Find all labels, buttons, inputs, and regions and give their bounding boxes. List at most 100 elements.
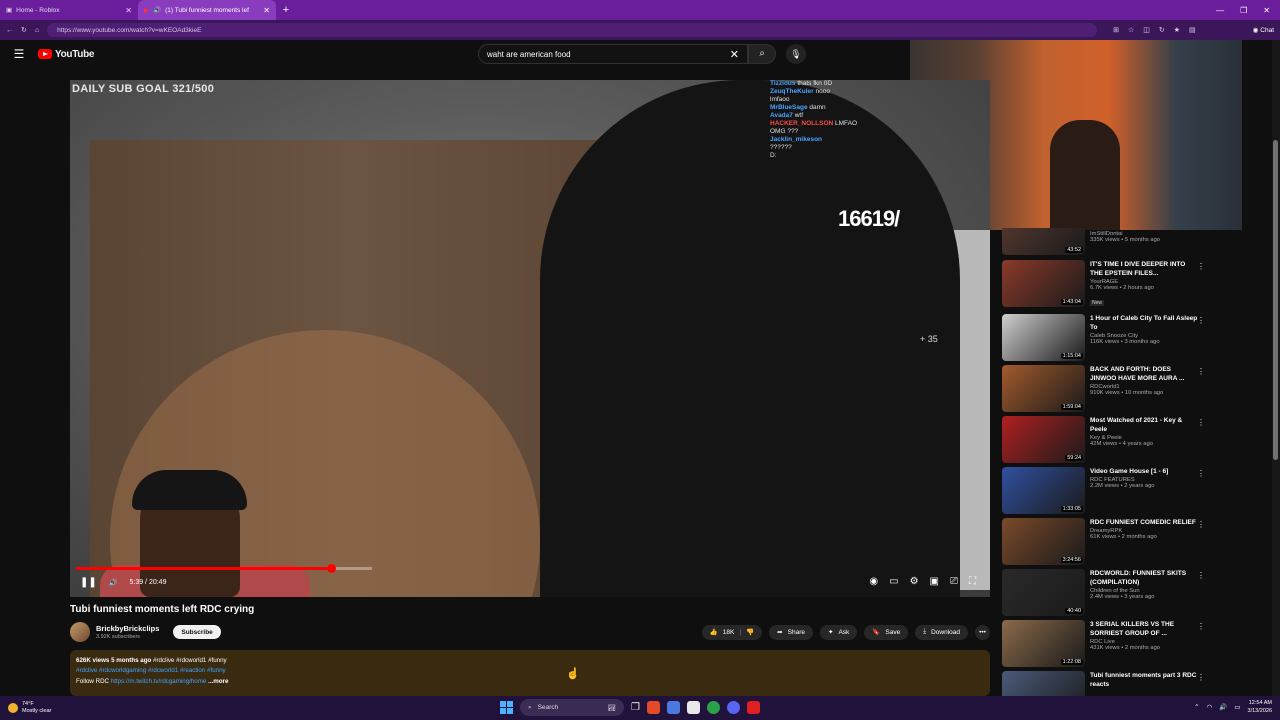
new-tab-button[interactable]: +: [276, 4, 296, 16]
reload-icon[interactable]: ↻: [21, 26, 27, 34]
hashtags-2[interactable]: #rdclive #rdcworldgaming #rdcworld1 #rea…: [76, 666, 984, 676]
miniplayer-icon[interactable]: ▣: [930, 576, 939, 587]
more-vertical-icon[interactable]: ⋮: [1197, 262, 1205, 271]
extension-icon[interactable]: ◫: [1143, 26, 1150, 34]
more-vertical-icon[interactable]: ⋮: [1197, 418, 1205, 427]
more-vertical-icon[interactable]: ⋮: [1197, 622, 1205, 631]
description-box[interactable]: 626K views 5 months ago #rdclive #rdcwor…: [70, 650, 990, 696]
translate-icon[interactable]: ⊞: [1113, 26, 1119, 34]
video-thumbnail[interactable]: 1:15:04: [1002, 314, 1085, 361]
roblox-studio-icon[interactable]: [746, 701, 760, 714]
wifi-icon[interactable]: ◠: [1207, 703, 1213, 711]
more-vertical-icon[interactable]: ⋮: [1197, 571, 1205, 580]
progress-bar[interactable]: [76, 564, 372, 573]
taskbar-search[interactable]: ⌕ Search 🏞: [520, 699, 624, 716]
chat-button[interactable]: ◉ Chat: [1253, 26, 1274, 34]
video-thumbnail[interactable]: [1002, 671, 1085, 696]
hashtags-1[interactable]: #rdclive #rdcworld1 #funny: [153, 657, 227, 664]
firefox-icon[interactable]: [646, 701, 660, 714]
refresh-sync-icon[interactable]: ↻: [1159, 26, 1165, 34]
more-actions-button[interactable]: •••: [975, 624, 990, 640]
twitch-link[interactable]: https://m.twitch.tv/rdcgaming/home: [111, 678, 207, 685]
video-thumbnail[interactable]: 1:33:05: [1002, 467, 1085, 514]
video-thumbnail[interactable]: 3:24:56: [1002, 518, 1085, 565]
recommended-title[interactable]: RDC FUNNIEST COMEDIC RELIEF: [1090, 518, 1198, 527]
autoplay-toggle-icon[interactable]: ◉: [869, 576, 878, 587]
recommended-video[interactable]: 59:24 Most Watched of 2021 - Key & Peele K…: [1002, 416, 1272, 464]
voice-search-button[interactable]: 🎙: [786, 44, 806, 64]
video-player[interactable]: DAILY SUB GOAL 321/500 Tizzious thats fk…: [70, 80, 990, 597]
tray-chevron-icon[interactable]: ⌃: [1194, 703, 1199, 711]
more-vertical-icon[interactable]: ⋮: [1197, 520, 1205, 529]
task-view-icon[interactable]: ❐: [631, 702, 640, 713]
volume-icon[interactable]: 🔊: [109, 579, 118, 587]
recommended-video[interactable]: 3:24:56 RDC FUNNIEST COMEDIC RELIEF Dreamy…: [1002, 518, 1272, 566]
weather-widget[interactable]: 74°F Mostly clear: [0, 701, 51, 715]
recommended-title[interactable]: IT'S TIME I DIVE DEEPER INTO THE EPSTEIN…: [1090, 260, 1198, 278]
subscribe-button[interactable]: Subscribe: [173, 625, 221, 639]
tab-youtube[interactable]: ▶ 🔊 (1) Tubi funniest moments lef ✕: [138, 0, 276, 20]
recommended-video[interactable]: 1:15:04 1 Hour of Caleb City To Fall Asle…: [1002, 314, 1272, 362]
url-field[interactable]: https://www.youtube.com/watch?v=wKEOAd3k…: [47, 23, 1098, 37]
clock[interactable]: 12:54 AM 3/13/2026: [1248, 699, 1272, 715]
more-vertical-icon[interactable]: ⋮: [1197, 469, 1205, 478]
recommended-title[interactable]: Most Watched of 2021 - Key & Peele: [1090, 416, 1198, 434]
minimize-icon[interactable]: —: [1216, 6, 1224, 15]
more-vertical-icon[interactable]: ⋮: [1197, 316, 1205, 325]
page-scrollbar[interactable]: [1272, 40, 1280, 696]
video-thumbnail[interactable]: 43:52: [1002, 228, 1085, 255]
recommended-video[interactable]: Tubi funniest moments part 3 RDC reacts ⋮: [1002, 671, 1272, 696]
battery-icon[interactable]: ▭: [1234, 703, 1240, 711]
video-thumbnail[interactable]: 40:40: [1002, 569, 1085, 616]
video-thumbnail[interactable]: 1:43:04: [1002, 260, 1085, 307]
favorites-icon[interactable]: ★: [1174, 26, 1180, 34]
tab-roblox[interactable]: ▣ Home - Roblox ✕: [0, 0, 138, 20]
maximize-icon[interactable]: ❐: [1240, 6, 1247, 15]
recommended-title[interactable]: Tubi funniest moments part 3 RDC reacts: [1090, 671, 1198, 689]
captions-icon[interactable]: ▭: [889, 576, 898, 587]
menu-icon[interactable]: ☰: [0, 47, 38, 61]
scrollbar-thumb[interactable]: [1273, 140, 1278, 460]
volume-tray-icon[interactable]: 🔊: [1219, 703, 1227, 711]
settings-gear-icon[interactable]: ⚙: [910, 576, 919, 587]
close-window-icon[interactable]: ✕: [1263, 6, 1270, 15]
more-vertical-icon[interactable]: ⋮: [1197, 673, 1205, 682]
search-input[interactable]: waht are american food ✕: [478, 44, 748, 64]
search-button[interactable]: ⌕: [748, 44, 776, 64]
collections-icon[interactable]: ▤: [1189, 26, 1196, 34]
windows-start-icon[interactable]: [500, 701, 513, 714]
home-icon[interactable]: ⌂: [35, 27, 39, 34]
save-button[interactable]: 🔖 Save: [864, 624, 909, 640]
recommended-title[interactable]: 1 Hour of Caleb City To Fall Asleep To: [1090, 314, 1198, 332]
close-tab-icon[interactable]: ✕: [263, 6, 270, 15]
video-thumbnail[interactable]: 1:22:08: [1002, 620, 1085, 667]
recommended-video[interactable]: 1:59:04 BACK AND FORTH: DOES JINWOO HAVE …: [1002, 365, 1272, 413]
recommended-title[interactable]: 3 SERIAL KILLERS VS THE SORRIEST GROUP O…: [1090, 620, 1198, 638]
ask-button[interactable]: ✦ Ask: [819, 624, 858, 640]
recommended-title[interactable]: BACK AND FORTH: DOES JINWOO HAVE MORE AU…: [1090, 365, 1198, 383]
channel-avatar[interactable]: [70, 622, 90, 642]
progress-scrubber[interactable]: [327, 564, 336, 573]
notepad-icon[interactable]: [686, 701, 700, 714]
clear-search-icon[interactable]: ✕: [730, 48, 739, 61]
youtube-logo[interactable]: YouTube: [38, 49, 95, 60]
recommended-video[interactable]: 1:33:05 Video Game House [1 - 6] RDC FEATU…: [1002, 467, 1272, 515]
chrome-icon[interactable]: [706, 701, 720, 714]
discord-icon[interactable]: [726, 701, 740, 714]
thumbs-down-icon[interactable]: 👎: [746, 628, 754, 636]
bookmark-star-icon[interactable]: ☆: [1128, 26, 1134, 34]
back-icon[interactable]: ←: [6, 27, 13, 34]
channel-name[interactable]: BrickbyBrickclips: [96, 624, 159, 633]
cast-icon[interactable]: ⎚: [950, 576, 958, 587]
pause-icon[interactable]: ❚❚: [80, 577, 97, 588]
recommended-video[interactable]: 40:40 RDCWORLD: FUNNIEST SKITS (COMPILATI…: [1002, 569, 1272, 617]
edge-icon[interactable]: [666, 701, 680, 714]
close-tab-icon[interactable]: ✕: [125, 6, 132, 15]
speaker-icon[interactable]: 🔊: [153, 6, 161, 14]
recommended-video[interactable]: 1:43:04 IT'S TIME I DIVE DEEPER INTO THE …: [1002, 260, 1272, 308]
share-button[interactable]: ➦ Share: [769, 624, 813, 640]
recommended-title[interactable]: Video Game House [1 - 6]: [1090, 467, 1198, 476]
more-link[interactable]: ...more: [208, 678, 228, 685]
recommended-video[interactable]: 1:22:08 3 SERIAL KILLERS VS THE SORRIEST …: [1002, 620, 1272, 668]
video-thumbnail[interactable]: 59:24: [1002, 416, 1085, 463]
